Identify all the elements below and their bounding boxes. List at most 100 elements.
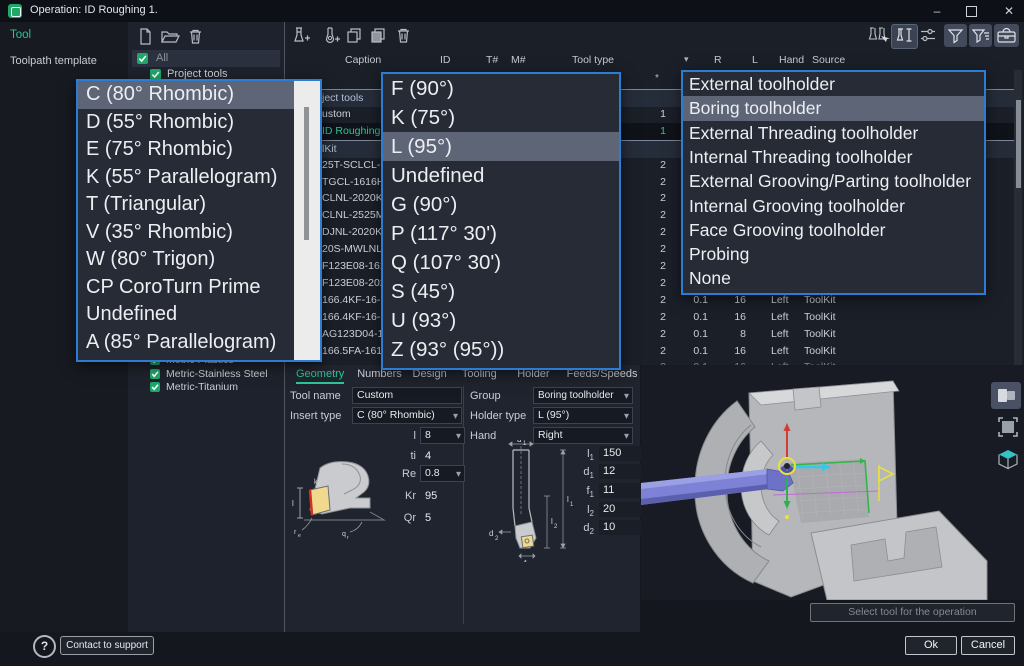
column-header-hand[interactable]: Hand [779,54,804,66]
select-tools-icon[interactable] [868,27,890,45]
zoom-fit-icon[interactable] [997,416,1019,438]
dropdown-option[interactable]: K (55° Parallelogram) [78,164,294,192]
param-value-ti[interactable]: 4 [425,450,431,462]
column-header-caption[interactable]: Caption [345,54,381,66]
tool-section-label[interactable]: Tool [10,29,31,41]
dropdown-option[interactable]: A (85° Parallelogram) [78,329,294,357]
dropdown-option[interactable]: CP CoroTurn Prime [78,274,294,302]
column-header-tool-type[interactable]: Tool type [572,54,614,66]
param-input-l2[interactable]: 20 [599,502,647,517]
table-scrollbar[interactable] [1014,70,1022,365]
filter-item-label: Metric-Stainless Steel [166,368,268,380]
open-folder-icon[interactable] [161,30,180,44]
dropdown-option[interactable]: F (90°) [383,74,619,103]
insert-type-select[interactable]: C (80° Rhombic)▾ [352,407,462,424]
dropdown-option[interactable]: G (90°) [383,190,619,219]
add-holder-icon[interactable] [322,27,340,45]
filter-button[interactable] [944,24,967,47]
ok-button[interactable]: Ok [905,636,957,655]
svg-text:k: k [314,479,318,486]
dropdown-option[interactable]: Q (107° 30') [383,248,619,277]
dropdown-option[interactable]: External Threading toolholder [683,121,984,145]
view-layout-button[interactable] [991,382,1021,409]
filter-item-checkbox[interactable] [150,369,160,379]
insert-dropdown-scrollbar[interactable] [294,81,320,360]
dropdown-option[interactable]: Undefined [78,301,294,329]
tool-name-input[interactable]: Custom [352,387,462,404]
param-input-re[interactable]: 0.8▾ [420,465,465,482]
minimize-button[interactable]: – [922,0,952,22]
close-button[interactable]: ✕ [994,0,1024,22]
column-header-r[interactable]: R [714,54,722,66]
dropdown-option[interactable]: Z (93° (95°)) [383,335,619,364]
tool-dimensions-button[interactable] [891,24,918,49]
dropdown-option[interactable]: Face Grooving toolholder [683,218,984,242]
svg-text:l: l [567,495,569,504]
dropdown-option[interactable]: V (35° Rhombic) [78,219,294,247]
chevron-down-icon: ▾ [456,467,461,482]
dropdown-option[interactable]: E (75° Rhombic) [78,136,294,164]
delete-icon[interactable] [189,29,202,44]
add-tool-icon[interactable] [292,27,310,45]
param-input-d2[interactable]: 10 [599,520,647,535]
holder-type-select[interactable]: L (95°)▾ [533,407,633,424]
dropdown-option[interactable]: Probing [683,242,984,266]
column-header-l[interactable]: L [752,54,758,66]
3d-viewport[interactable] [641,365,1024,600]
help-button[interactable]: ? [33,635,56,658]
new-document-icon[interactable] [138,28,153,45]
dropdown-option[interactable]: External toolholder [683,72,984,96]
insert-dropdown-scrollbar-thumb[interactable] [304,107,309,240]
table-scrollbar-thumb[interactable] [1016,100,1021,188]
dropdown-option[interactable]: K (75°) [383,103,619,132]
maximize-button[interactable] [956,0,986,22]
dropdown-option[interactable]: None [683,266,984,290]
dropdown-option[interactable]: W (80° Trigon) [78,246,294,274]
param-input-d1[interactable]: 12 [599,464,647,479]
toolbox-button[interactable] [994,24,1019,47]
dropdown-option[interactable]: U (93°) [383,306,619,335]
param-value-qr[interactable]: 5 [425,512,431,524]
dropdown-option[interactable]: C (80° Rhombic) [78,81,294,109]
dropdown-option[interactable]: L (95°) [383,132,619,161]
filter-item[interactable]: Metric-Titanium [150,381,282,394]
column-filter-arrow-icon[interactable]: ▾ [684,54,689,65]
dropdown-option[interactable]: Internal Threading toolholder [683,145,984,169]
dropdown-option[interactable]: T (Triangular) [78,191,294,219]
filter-all-row[interactable]: All [132,50,280,67]
group-select[interactable]: Boring toolholder▾ [533,387,633,404]
dropdown-option[interactable]: External Grooving/Parting toolholder [683,169,984,193]
dropdown-option[interactable]: S (45°) [383,277,619,306]
copy-icon[interactable] [347,28,363,44]
contact-support-button[interactable]: Contact to support [60,636,154,655]
tab-geometry[interactable]: Geometry [296,368,344,380]
filter-item[interactable]: Metric-Stainless Steel [150,368,282,381]
param-value-kr[interactable]: 95 [425,490,437,502]
param-input-l[interactable]: 8▾ [420,427,465,444]
filter-advanced-button[interactable] [969,24,992,47]
all-checkbox[interactable] [137,53,148,64]
filter-item-checkbox[interactable] [150,382,160,392]
paste-icon[interactable] [371,28,387,44]
delete-tool-icon[interactable] [397,28,410,43]
column-header-id[interactable]: ID [440,54,451,66]
settings-sliders-icon[interactable] [920,28,936,42]
dropdown-option[interactable]: D (55° Rhombic) [78,109,294,137]
column-header-m-[interactable]: M# [511,54,526,66]
column-header-t-[interactable]: T# [486,54,498,66]
dropdown-option[interactable]: Boring toolholder [683,96,984,120]
toolpath-template-label[interactable]: Toolpath template [10,55,97,67]
dropdown-option[interactable]: Internal Grooving toolholder [683,194,984,218]
isometric-view-icon[interactable] [997,448,1019,470]
select-tool-button[interactable]: Select tool for the operation [810,603,1015,622]
param-input-l1[interactable]: 150 [599,446,647,461]
dropdown-option[interactable]: Undefined [383,161,619,190]
cell-ss: ToolKit [804,328,836,340]
cell-nn: 2 [636,159,666,171]
cell-cap: DJNL-2020K- [322,226,381,238]
column-header-source[interactable]: Source [812,54,845,66]
param-input-f1[interactable]: 11 [599,483,647,498]
dropdown-option[interactable]: P (117° 30') [383,219,619,248]
cancel-button[interactable]: Cancel [961,636,1015,655]
title-bar[interactable]: Operation: ID Roughing 1. – ✕ [0,0,1024,22]
